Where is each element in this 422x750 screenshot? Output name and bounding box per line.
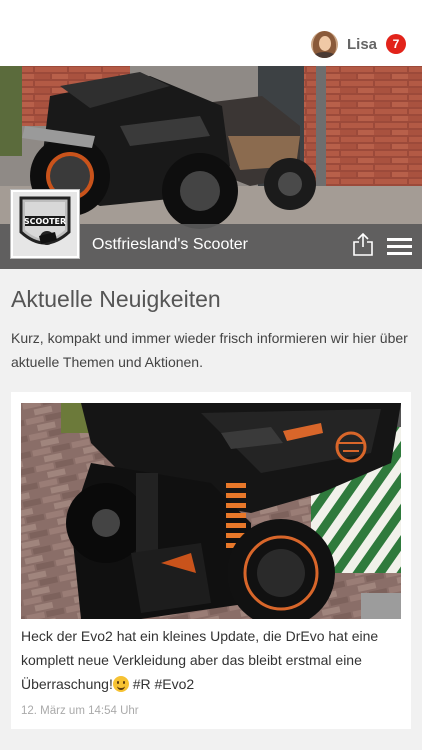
- scooter-logo-icon: SCOOTER: [13, 192, 77, 256]
- scooter-photo: [21, 403, 401, 619]
- user-name[interactable]: Lisa: [347, 36, 377, 53]
- post-hashtags: #R #Evo2: [128, 676, 195, 692]
- post-date: 12. März um 14:54 Uhr: [21, 705, 139, 717]
- user-menu[interactable]: Lisa 7: [310, 30, 406, 58]
- logo-text: SCOOTER: [24, 217, 66, 226]
- post-image[interactable]: [21, 403, 401, 619]
- section-title: Aktuelle Neuigkeiten: [11, 286, 221, 312]
- share-icon[interactable]: [352, 232, 374, 256]
- post-text: Heck der Evo2 hat ein kleines Update, di…: [21, 624, 403, 696]
- notification-badge[interactable]: 7: [386, 34, 406, 54]
- cover-section: SCOOTER Ostfriesland's Scooter: [0, 66, 422, 269]
- page-logo[interactable]: SCOOTER: [11, 190, 79, 258]
- news-post-card[interactable]: Heck der Evo2 hat ein kleines Update, di…: [11, 392, 411, 729]
- page-name: Ostfriesland's Scooter: [92, 236, 249, 253]
- hamburger-menu-icon[interactable]: [387, 237, 412, 255]
- post-text-main: Heck der Evo2 hat ein kleines Update, di…: [21, 628, 379, 692]
- avatar[interactable]: [310, 30, 338, 58]
- smiling-face-emoji: [112, 676, 129, 692]
- section-description: Kurz, kompakt und immer wieder frisch in…: [11, 330, 408, 370]
- top-bar: Lisa 7: [0, 0, 422, 66]
